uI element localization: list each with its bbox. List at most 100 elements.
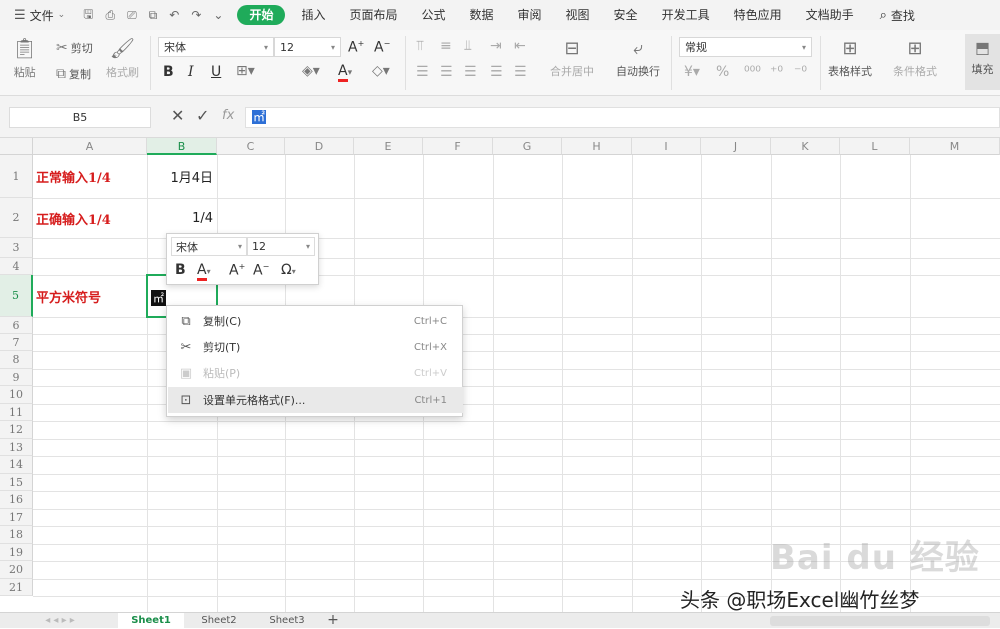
export-icon[interactable]: ⎙ [105,8,115,23]
column-header-k[interactable]: K [771,138,840,155]
mini-decrease-font-icon[interactable]: A− [253,262,269,279]
sheet-tab-1[interactable]: Sheet1 [118,613,184,629]
border-icon[interactable]: ⊞▾ [236,63,255,79]
more-icon[interactable]: ⌄ [213,8,223,22]
row-header[interactable]: 19 [0,544,33,561]
column-header-g[interactable]: G [493,138,562,155]
row-header[interactable]: 8 [0,351,33,369]
currency-icon[interactable]: ¥▾ [684,64,700,80]
row-header[interactable]: 12 [0,421,33,439]
align-middle-icon[interactable]: ≡ [440,38,452,54]
cell-b1[interactable]: 1月4日 [147,155,217,198]
row-header[interactable]: 14 [0,456,33,474]
row-header[interactable]: 9 [0,369,33,386]
row-header[interactable]: 17 [0,509,33,526]
thousands-icon[interactable]: ⁰⁰⁰ [744,64,761,80]
search-button[interactable]: ⌕ 查找 [866,7,915,24]
add-sheet-icon[interactable]: + [322,613,344,629]
formula-input[interactable]: ㎡ [245,107,1000,128]
cell-a1[interactable]: 正常输入1/4 [33,155,147,198]
table-style-button[interactable]: ⊞ 表格样式 [828,38,872,79]
tab-review[interactable]: 审阅 [506,0,554,30]
tab-developer[interactable]: 开发工具 [650,0,722,30]
row-header[interactable]: 1 [0,155,33,198]
mini-font-size-select[interactable]: 12 ▾ [247,237,315,256]
align-left-icon[interactable]: ☰ [416,64,429,80]
confirm-icon[interactable]: ✓ [196,106,209,125]
cell-a2[interactable]: 正确输入1/4 [33,198,147,238]
sheet-nav-icon[interactable]: ◂ ◂ ▸ ▸ [10,613,110,629]
context-menu-copy[interactable]: ⧉ 复制(C) Ctrl+C [168,308,463,334]
copy-button[interactable]: ⧉ 复制 [56,66,91,82]
row-header[interactable]: 20 [0,561,33,579]
mini-font-color-icon[interactable]: A▾ [197,262,211,281]
column-header-b[interactable]: B [147,138,217,155]
tab-view[interactable]: 视图 [554,0,602,30]
tab-home[interactable]: 开始 [237,5,286,25]
cut-button[interactable]: ✂ 剪切 [56,40,93,56]
column-header-c[interactable]: C [217,138,285,155]
column-header-l[interactable]: L [840,138,910,155]
file-menu[interactable]: ☰ 文件 ⌄ [0,7,73,24]
row-header[interactable]: 4 [0,258,33,275]
print-icon[interactable]: ⎚ [127,8,137,23]
align-right-icon[interactable]: ☰ [464,64,477,80]
save-icon[interactable]: 🖫 [83,5,93,26]
context-menu-format-cells[interactable]: ⊡ 设置单元格格式(F)... Ctrl+1 [168,387,463,413]
row-header[interactable]: 5 [0,275,33,317]
number-format-select[interactable]: 常规 ▾ [679,37,812,57]
font-name-select[interactable]: 宋体 ▾ [158,37,274,57]
wrap-text-button[interactable]: ⤶ 自动换行 [616,38,660,79]
column-header-i[interactable]: I [632,138,701,155]
tab-security[interactable]: 安全 [602,0,650,30]
conditional-format-button[interactable]: ⊞ 条件格式 [893,38,937,79]
align-top-icon[interactable]: ⫪ [416,38,424,54]
format-painter-button[interactable]: 🖌︎ 格式刷 [106,36,139,80]
select-all-corner[interactable] [0,138,33,155]
tab-doc-assistant[interactable]: 文档助手 [794,0,866,30]
row-header[interactable]: 13 [0,439,33,456]
tab-insert[interactable]: 插入 [289,0,337,30]
decrease-decimal-icon[interactable]: ⁻⁰ [794,64,807,80]
row-header[interactable]: 10 [0,386,33,404]
row-header[interactable]: 16 [0,491,33,509]
column-header-h[interactable]: H [562,138,632,155]
mini-font-name-select[interactable]: 宋体 ▾ [171,237,247,256]
column-header-m[interactable]: M [910,138,1000,155]
row-header[interactable]: 15 [0,474,33,491]
redo-icon[interactable]: ↷ [191,8,201,22]
paste-button[interactable]: 📋︎ 粘贴 [12,36,37,80]
row-header[interactable]: 7 [0,334,33,351]
tab-page-layout[interactable]: 页面布局 [337,0,409,30]
horizontal-scrollbar[interactable] [770,616,990,626]
row-header[interactable]: 2 [0,198,33,238]
fill-color-icon[interactable]: ◈▾ [302,63,320,79]
row-header[interactable]: 11 [0,404,33,421]
column-header-a[interactable]: A [33,138,147,155]
mini-bold-icon[interactable]: B [175,262,186,278]
mini-symbol-icon[interactable]: Ω▾ [281,262,296,278]
cell-a5[interactable]: 平方米符号 [33,275,147,317]
underline-icon[interactable]: U [211,64,221,80]
align-center-icon[interactable]: ☰ [440,64,453,80]
row-header[interactable]: 18 [0,526,33,544]
clear-format-icon[interactable]: ◇▾ [372,63,390,79]
align-bottom-icon[interactable]: ⫫ [464,38,472,54]
cancel-icon[interactable]: ✕ [171,106,184,125]
distribute-icon[interactable]: ☰ [514,64,527,80]
name-box[interactable]: B5 [9,107,151,128]
sheet-tab-2[interactable]: Sheet2 [186,613,252,629]
column-header-f[interactable]: F [423,138,493,155]
percent-icon[interactable]: % [716,64,729,80]
tab-data[interactable]: 数据 [458,0,506,30]
outdent-icon[interactable]: ⇤ [514,38,526,54]
fill-button[interactable]: ⬒ 填充 [965,34,1000,90]
justify-icon[interactable]: ☰ [490,64,503,80]
column-header-e[interactable]: E [354,138,423,155]
font-size-select[interactable]: 12 ▾ [274,37,341,57]
tab-formulas[interactable]: 公式 [409,0,457,30]
column-header-d[interactable]: D [285,138,354,155]
increase-decimal-icon[interactable]: ⁺⁰ [770,64,783,80]
merge-center-button[interactable]: ⊟ 合并居中 [550,38,594,79]
column-header-j[interactable]: J [701,138,771,155]
